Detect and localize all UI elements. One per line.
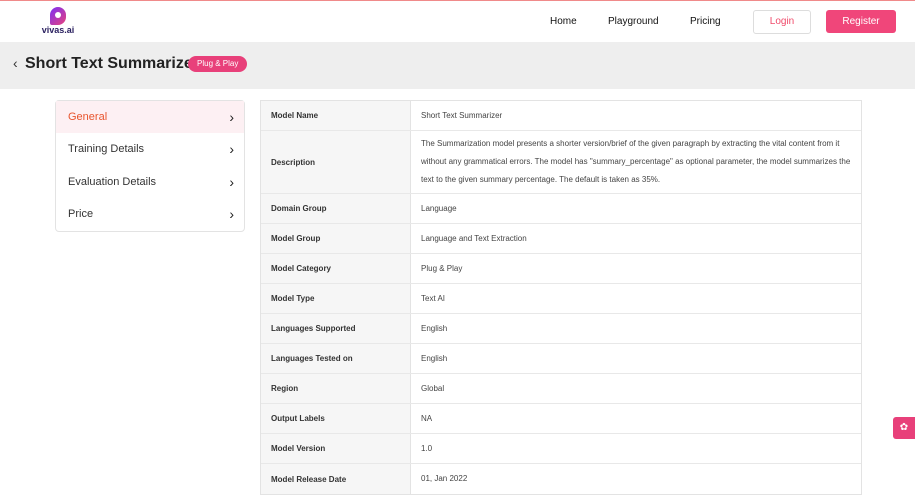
page-header: ‹ Short Text Summarizer Plug & Play	[0, 42, 915, 89]
table-row: Model Type Text AI	[261, 284, 861, 314]
logo-icon	[50, 7, 66, 25]
brand-logo[interactable]: vivas.ai	[40, 7, 76, 37]
table-row: Model Category Plug & Play	[261, 254, 861, 284]
table-row: Model Release Date 01, Jan 2022	[261, 464, 861, 494]
login-button[interactable]: Login	[753, 10, 811, 34]
row-value: Text AI	[421, 293, 446, 303]
row-value: 01, Jan 2022	[421, 473, 468, 483]
table-row: Description The Summarization model pres…	[261, 131, 861, 194]
table-row: Languages Supported English	[261, 314, 861, 344]
table-row: Model Version 1.0	[261, 434, 861, 464]
table-row: Languages Tested on English	[261, 344, 861, 374]
row-value: Plug & Play	[421, 263, 463, 273]
back-chevron-icon[interactable]: ‹	[13, 55, 18, 71]
row-value: Language and Text Extraction	[421, 233, 527, 243]
row-label: Model Name	[261, 101, 411, 130]
row-label: Languages Tested on	[261, 344, 411, 373]
row-label: Model Category	[261, 254, 411, 283]
row-label: Model Group	[261, 224, 411, 253]
menu-item-price[interactable]: Price ›	[56, 198, 244, 230]
chevron-right-icon: ›	[229, 206, 234, 222]
row-value: English	[421, 323, 448, 333]
nav-pricing-link[interactable]: Pricing	[690, 1, 721, 43]
row-value: 1.0	[421, 443, 433, 453]
row-value: Global	[421, 383, 445, 393]
page-title: Short Text Summarizer	[25, 55, 199, 72]
chevron-right-icon: ›	[229, 109, 234, 125]
row-label: Region	[261, 374, 411, 403]
floating-feedback-button[interactable]: ✿	[893, 417, 915, 439]
register-button[interactable]: Register	[826, 10, 896, 33]
table-row: Model Name Short Text Summarizer	[261, 101, 861, 131]
flower-icon: ✿	[899, 422, 909, 433]
category-badge: Plug & Play	[188, 56, 248, 72]
nav-playground-link[interactable]: Playground	[608, 1, 659, 43]
row-label: Model Version	[261, 434, 411, 463]
row-label: Model Type	[261, 284, 411, 313]
table-row: Domain Group Language	[261, 194, 861, 224]
top-navbar: vivas.ai Home Playground Pricing Login R…	[0, 0, 915, 42]
row-label: Model Release Date	[261, 464, 411, 494]
details-menu: General › Training Details › Evaluation …	[55, 100, 245, 232]
table-row: Region Global	[261, 374, 861, 404]
menu-item-label: Training Details	[68, 143, 145, 155]
row-label: Domain Group	[261, 194, 411, 223]
chevron-right-icon: ›	[229, 141, 234, 157]
nav-home-link[interactable]: Home	[550, 1, 577, 43]
brand-name: vivas.ai	[41, 25, 75, 35]
menu-item-label: General	[68, 111, 108, 123]
row-value: Short Text Summarizer	[421, 110, 503, 120]
menu-item-training-details[interactable]: Training Details ›	[56, 133, 244, 165]
row-value: The Summarization model presents a short…	[421, 139, 851, 184]
menu-item-label: Price	[68, 208, 94, 220]
main-content: General › Training Details › Evaluation …	[0, 89, 915, 500]
row-label: Languages Supported	[261, 314, 411, 343]
menu-item-label: Evaluation Details	[68, 176, 157, 188]
menu-item-general[interactable]: General ›	[56, 101, 244, 133]
table-row: Model Group Language and Text Extraction	[261, 224, 861, 254]
row-label: Description	[261, 131, 411, 193]
row-value: Language	[421, 203, 457, 213]
chevron-right-icon: ›	[229, 174, 234, 190]
row-value: English	[421, 353, 448, 363]
row-value: NA	[421, 413, 433, 423]
model-details-table: Model Name Short Text Summarizer Descrip…	[260, 100, 862, 495]
table-row: Output Labels NA	[261, 404, 861, 434]
row-label: Output Labels	[261, 404, 411, 433]
menu-item-evaluation-details[interactable]: Evaluation Details ›	[56, 166, 244, 198]
